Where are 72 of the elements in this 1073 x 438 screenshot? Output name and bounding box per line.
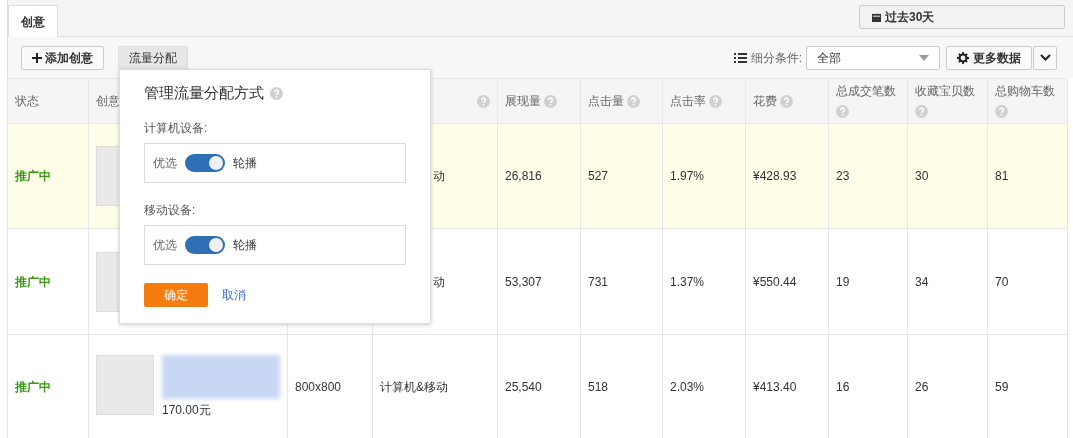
dropdown-button[interactable]	[1033, 45, 1057, 70]
column-header: 状态	[15, 94, 39, 108]
group-label: 计算机设备:	[144, 119, 209, 137]
photo-placeholder	[96, 354, 154, 415]
list-icon	[733, 52, 747, 63]
settings-icon	[957, 51, 969, 64]
column-header: 展现量	[505, 94, 541, 108]
table-cell: ¥550.44	[753, 274, 797, 289]
table-cell: 53,307	[505, 274, 542, 289]
help-icon	[915, 105, 928, 119]
more-data-button[interactable]: 更多数据	[946, 45, 1032, 70]
toggle-switch[interactable]	[185, 153, 225, 172]
cancel-link[interactable]: 取消	[222, 285, 246, 304]
size-text: 800x800	[295, 379, 342, 394]
calendar-icon	[872, 12, 881, 22]
status-text: 推广中	[15, 379, 51, 394]
table-cell: 518	[588, 379, 609, 394]
table-cell: 1.97%	[670, 169, 705, 183]
price-text: 170.00元	[162, 401, 212, 419]
tab[interactable]: 创意	[8, 5, 58, 37]
add-button[interactable]: 添加创意	[21, 45, 104, 70]
table-cell: 731	[588, 274, 609, 289]
table-cell: 2.03%	[670, 379, 705, 394]
table-cell: 81	[995, 169, 1009, 183]
option-label: 轮播	[233, 236, 257, 254]
table-cell: ¥413.40	[753, 379, 797, 394]
group-label: 移动设备:	[144, 201, 197, 219]
table-cell: 23	[836, 169, 850, 183]
option-label: 轮播	[233, 154, 257, 172]
help-icon	[780, 95, 794, 109]
column-header: 创意	[96, 94, 120, 108]
device-text: 动	[433, 169, 445, 183]
help-icon	[709, 95, 723, 109]
column-header: 收藏宝贝数	[915, 84, 975, 98]
column-header: 总购物车数	[995, 84, 1055, 98]
help-icon	[836, 105, 849, 119]
help-icon	[995, 105, 1008, 119]
option-label: 优选	[153, 154, 177, 172]
table-cell: 25,540	[505, 379, 542, 394]
table-cell: 34	[915, 274, 929, 289]
status-text: 推广中	[15, 274, 51, 289]
column-header: 点击率	[670, 94, 706, 108]
traffic-button[interactable]: 流量分配	[118, 45, 188, 70]
help-icon	[627, 95, 641, 109]
help-icon	[544, 95, 558, 109]
device-text: 动	[433, 274, 445, 289]
filter-label: 细分条件:	[750, 49, 802, 67]
table-cell: 26	[915, 379, 929, 394]
option-label: 优选	[153, 236, 177, 254]
column-header: 花费	[753, 94, 777, 108]
table-cell: 59	[995, 379, 1009, 394]
table-cell: 527	[588, 169, 609, 183]
column-header: 点击量	[588, 94, 624, 108]
table-cell: ¥428.93	[753, 169, 797, 183]
chevron-down-icon	[1039, 54, 1051, 61]
status-text: 推广中	[15, 169, 51, 183]
help-icon	[270, 86, 283, 100]
help-icon	[477, 95, 490, 109]
table-cell: 30	[915, 169, 929, 183]
table-cell: 1.37%	[670, 274, 705, 289]
table-cell: 19	[836, 274, 850, 289]
toggle-switch[interactable]	[185, 235, 225, 254]
plus-icon	[32, 52, 42, 63]
filter-dropdown[interactable]: 全部	[806, 45, 940, 70]
column-header: 总成交笔数	[836, 84, 896, 98]
table-cell: 70	[995, 274, 1009, 289]
popup-title: 管理流量分配方式	[144, 83, 264, 103]
table-cell: 26,816	[505, 169, 542, 183]
date-range-button[interactable]: 过去30天	[859, 5, 1065, 29]
device-text: 计算机&移动	[380, 379, 448, 394]
dropdown-triangle-icon	[919, 54, 929, 61]
table-cell: 16	[836, 379, 850, 394]
